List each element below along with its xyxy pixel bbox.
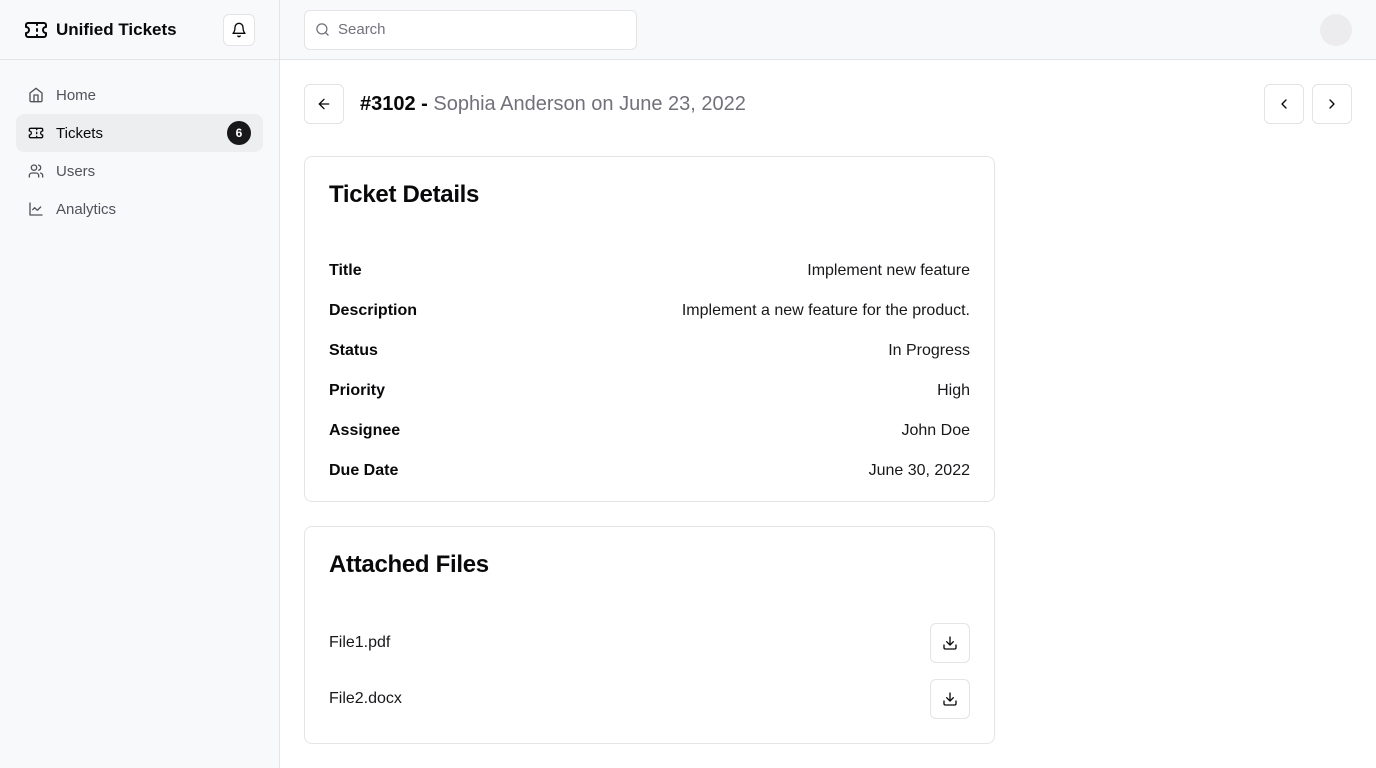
page-title: #3102 - Sophia Anderson on June 23, 2022 xyxy=(360,93,746,116)
bell-icon xyxy=(231,22,247,38)
attached-files-heading: Attached Files xyxy=(329,551,489,578)
download-icon xyxy=(942,691,958,707)
ticket-icon xyxy=(28,125,44,141)
previous-ticket-button[interactable] xyxy=(1264,84,1304,124)
detail-value: In Progress xyxy=(888,342,970,359)
ticket-icon xyxy=(24,18,48,42)
attached-files-list: File1.pdf File2.docx xyxy=(329,615,970,727)
arrow-left-icon xyxy=(316,96,332,112)
detail-value: High xyxy=(937,382,970,399)
sidebar-item-users[interactable]: Users xyxy=(16,152,263,190)
sidebar-item-label: Users xyxy=(56,162,96,180)
file-row: File1.pdf xyxy=(329,615,970,671)
file-name: File1.pdf xyxy=(329,634,391,651)
sidebar: Unified Tickets Home Tickets 6 Users Ana… xyxy=(0,0,280,768)
sidebar-item-label: Analytics xyxy=(56,200,117,218)
topbar xyxy=(280,0,1376,60)
sidebar-header: Unified Tickets xyxy=(0,0,279,60)
detail-row-priority: Priority High xyxy=(329,371,970,411)
download-icon xyxy=(942,635,958,651)
detail-value: June 30, 2022 xyxy=(868,462,970,479)
ticket-details-list: Title Implement new feature Description … xyxy=(329,251,970,491)
back-button[interactable] xyxy=(304,84,344,124)
users-icon xyxy=(28,163,44,179)
detail-row-title: Title Implement new feature xyxy=(329,251,970,291)
detail-key: Priority xyxy=(329,382,386,399)
brand[interactable]: Unified Tickets xyxy=(24,18,223,42)
home-icon xyxy=(28,87,44,103)
ticket-pager xyxy=(1264,84,1352,124)
main-content: #3102 - Sophia Anderson on June 23, 2022… xyxy=(304,84,1352,744)
chevron-left-icon xyxy=(1276,96,1292,112)
attached-files-card: Attached Files File1.pdf File2.docx xyxy=(304,526,995,744)
avatar[interactable] xyxy=(1320,14,1352,46)
detail-value: John Doe xyxy=(901,422,971,439)
sidebar-item-tickets[interactable]: Tickets 6 xyxy=(16,114,263,152)
detail-key: Description xyxy=(329,302,418,319)
search-box[interactable] xyxy=(304,9,637,50)
sidebar-item-home[interactable]: Home xyxy=(16,76,263,114)
download-file-button[interactable] xyxy=(930,679,970,719)
tickets-count-badge: 6 xyxy=(227,121,251,145)
file-name: File2.docx xyxy=(329,690,402,707)
ticket-details-heading: Ticket Details xyxy=(329,181,480,208)
detail-key: Title xyxy=(329,262,362,279)
detail-value: Implement new feature xyxy=(807,262,970,279)
ticket-details-card: Ticket Details Title Implement new featu… xyxy=(304,156,995,502)
detail-row-status: Status In Progress xyxy=(329,331,970,371)
download-file-button[interactable] xyxy=(930,623,970,663)
detail-row-assignee: Assignee John Doe xyxy=(329,411,970,451)
search-input[interactable] xyxy=(338,21,626,38)
detail-row-due-date: Due Date June 30, 2022 xyxy=(329,451,970,491)
chevron-right-icon xyxy=(1324,96,1340,112)
detail-value: Implement a new feature for the product. xyxy=(681,302,970,319)
detail-key: Assignee xyxy=(329,422,401,439)
page-header: #3102 - Sophia Anderson on June 23, 2022 xyxy=(304,84,1352,124)
detail-row-description: Description Implement a new feature for … xyxy=(329,291,970,331)
line-chart-icon xyxy=(28,201,44,217)
search-icon xyxy=(315,22,330,37)
file-row: File2.docx xyxy=(329,671,970,727)
notifications-button[interactable] xyxy=(223,13,255,46)
ticket-number: #3102 - xyxy=(360,92,428,115)
detail-key: Due Date xyxy=(329,462,399,479)
sidebar-item-analytics[interactable]: Analytics xyxy=(16,190,263,228)
app-title: Unified Tickets xyxy=(56,19,177,39)
detail-key: Status xyxy=(329,342,378,359)
next-ticket-button[interactable] xyxy=(1312,84,1352,124)
ticket-subtitle: Sophia Anderson on June 23, 2022 xyxy=(433,92,746,115)
sidebar-item-label: Home xyxy=(56,86,97,104)
sidebar-nav: Home Tickets 6 Users Analytics xyxy=(0,60,279,244)
sidebar-item-label: Tickets xyxy=(56,124,103,142)
